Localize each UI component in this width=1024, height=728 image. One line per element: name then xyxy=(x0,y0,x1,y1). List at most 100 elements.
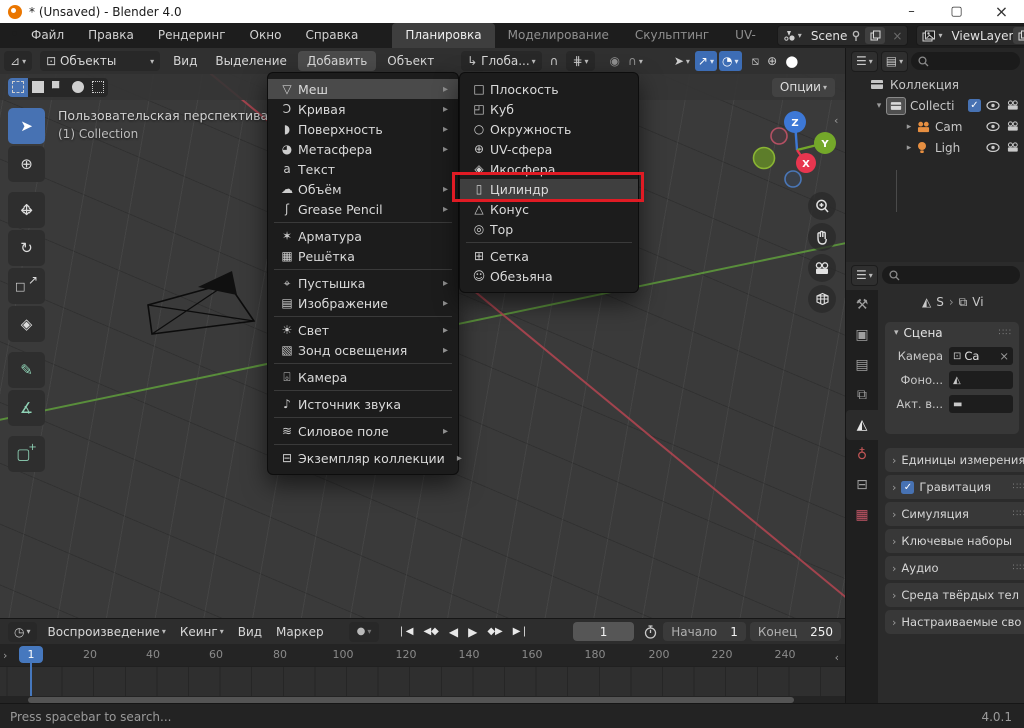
tool-rotate[interactable]: ↻ xyxy=(8,230,45,266)
breadcrumb-viewlayer[interactable]: Vi xyxy=(972,295,983,309)
select-mode-intersect[interactable] xyxy=(88,78,108,97)
active-clip-field[interactable]: ▬ xyxy=(949,395,1013,413)
new-scene-button[interactable] xyxy=(865,27,885,44)
collection-checkbox[interactable]: ✓ xyxy=(968,99,981,112)
menu-render[interactable]: Рендеринг xyxy=(146,23,238,48)
timeline-menu-marker[interactable]: Маркер xyxy=(269,619,331,644)
panel-keying-sets[interactable]: ›Ключевые наборы xyxy=(885,529,1024,553)
snap-toggle[interactable]: ∩ xyxy=(547,51,562,71)
mesh-menu-item-uv-sphere[interactable]: ⊕UV-сфера xyxy=(460,139,638,159)
add-menu-item-curve[interactable]: ƆКривая xyxy=(268,99,458,119)
mesh-menu-item-monkey[interactable]: ☺Обезьяна xyxy=(460,266,638,286)
camera-field[interactable]: ⊡Ca× xyxy=(949,347,1013,365)
selectability-dropdown[interactable]: ➤▾ xyxy=(671,51,693,71)
tab-scene[interactable]: ◭ xyxy=(846,410,878,440)
minimize-button[interactable]: – xyxy=(889,1,934,23)
tool-measure[interactable]: ∡ xyxy=(8,390,45,426)
menu-help[interactable]: Справка xyxy=(293,23,370,48)
orthographic-toggle-button[interactable] xyxy=(808,285,836,313)
tool-transform[interactable]: ◈ xyxy=(8,306,45,342)
gravity-checkbox[interactable]: ✓ xyxy=(901,481,914,494)
sidebar-expand-icon[interactable]: ‹ xyxy=(834,114,838,127)
outliner-row-camera[interactable]: ▸ Cam xyxy=(846,116,1024,137)
mesh-menu-item-grid[interactable]: ⊞Сетка xyxy=(460,246,638,266)
outliner-filter-dropdown[interactable]: ▤▾ xyxy=(881,51,908,72)
breadcrumb-scene[interactable]: S xyxy=(936,295,944,309)
next-keyframe-button[interactable]: ◆▶ xyxy=(483,622,506,642)
background-scene-field[interactable]: ◭ xyxy=(949,371,1013,389)
hide-viewport-icon[interactable] xyxy=(986,143,1000,152)
tab-texture[interactable]: ▦ xyxy=(846,500,878,530)
expand-icon[interactable]: ▸ xyxy=(902,122,916,132)
options-dropdown[interactable]: Опции▾ xyxy=(772,78,835,97)
panel-gravity[interactable]: ›✓Гравитация∷∷ xyxy=(885,475,1024,499)
viewlayer-icon[interactable]: ▾ xyxy=(917,30,947,42)
menu-file[interactable]: Файл xyxy=(19,23,76,48)
add-menu-item-text[interactable]: aТекст xyxy=(268,159,458,179)
panel-units[interactable]: ›Единицы измерения xyxy=(885,448,1024,472)
tab-tool[interactable]: ⚒ xyxy=(846,290,878,320)
camera-view-button[interactable] xyxy=(808,254,836,282)
panel-grip[interactable]: ∷∷ xyxy=(999,328,1012,338)
xray-toggle[interactable]: ⧅ xyxy=(749,51,763,71)
navigation-gizmo[interactable]: Z Y X xyxy=(750,103,845,198)
scene-icon[interactable]: ▾ xyxy=(778,30,807,42)
menu-edit[interactable]: Правка xyxy=(76,23,146,48)
keying-dropdown[interactable]: Кеинг▾ xyxy=(173,619,231,644)
timeline-ruler[interactable]: › 20 40 60 80 100 120 140 160 180 200 22… xyxy=(0,644,845,666)
workspace-tab-uv[interactable]: UV- xyxy=(722,23,769,48)
mode-dropdown[interactable]: ⊡ Объекты▾ xyxy=(40,51,160,71)
properties-editor-type-dropdown[interactable]: ☰▾ xyxy=(851,265,878,286)
menu-select[interactable]: Выделение xyxy=(206,48,295,74)
play-reverse-button[interactable]: ◀ xyxy=(445,622,462,642)
add-menu-item-grease-pencil[interactable]: ʃGrease Pencil xyxy=(268,199,458,219)
panel-simulation[interactable]: ›Симуляция∷∷ xyxy=(885,502,1024,526)
mesh-menu-item-cube[interactable]: ◰Куб xyxy=(460,99,638,119)
add-menu-item-image[interactable]: ▤Изображение xyxy=(268,293,458,313)
pin-icon[interactable] xyxy=(851,30,861,42)
add-menu-item-surface[interactable]: ◗Поверхность xyxy=(268,119,458,139)
mesh-menu-item-cone[interactable]: △Конус xyxy=(460,199,638,219)
menu-window[interactable]: Окно xyxy=(238,23,294,48)
tab-render[interactable]: ▣ xyxy=(846,320,878,350)
jump-to-start-button[interactable]: ❘◀ xyxy=(393,622,417,642)
disable-render-icon[interactable] xyxy=(1006,142,1020,153)
camera-object[interactable] xyxy=(140,269,275,344)
select-mode-subtract[interactable] xyxy=(48,78,68,97)
close-button[interactable]: × xyxy=(979,1,1024,23)
outliner-display-mode-dropdown[interactable]: ☰▾ xyxy=(851,51,878,72)
tool-select-box[interactable]: ➤ xyxy=(8,108,45,144)
proportional-falloff-dropdown[interactable]: ∩▾ xyxy=(625,51,646,71)
disable-render-icon[interactable] xyxy=(1006,121,1020,132)
viewlayer-selector[interactable]: ▾ ViewLayer × xyxy=(916,25,1024,46)
viewlayer-name[interactable]: ViewLayer xyxy=(947,29,1013,43)
mesh-menu-item-circle[interactable]: ○Окружность xyxy=(460,119,638,139)
collapse-icon[interactable]: ▾ xyxy=(872,101,886,111)
panel-custom-properties[interactable]: ›Настраиваемые сво xyxy=(885,610,1024,634)
disable-render-icon[interactable] xyxy=(1006,100,1020,111)
frame-start-field[interactable]: Начало1 xyxy=(663,622,746,641)
orientation-dropdown[interactable]: ↳ Глоба...▾ xyxy=(461,51,541,71)
tool-move[interactable]: ↔↕ xyxy=(8,192,45,228)
tool-scale[interactable]: □↗ xyxy=(8,268,45,304)
add-menu-item-armature[interactable]: ✶Арматура xyxy=(268,226,458,246)
frame-end-field[interactable]: Конец250 xyxy=(750,622,841,641)
add-menu-item-force-field[interactable]: ≋Силовое поле xyxy=(268,421,458,441)
timeline-collapse-icon[interactable]: ‹ xyxy=(835,651,839,664)
add-menu-item-light-probe[interactable]: ▧Зонд освещения xyxy=(268,340,458,360)
new-viewlayer-button[interactable] xyxy=(1013,27,1024,44)
add-menu-item-metaball[interactable]: ◕Метасфера xyxy=(268,139,458,159)
workspace-tab-layout[interactable]: Планировка xyxy=(392,23,494,48)
hide-viewport-icon[interactable] xyxy=(986,122,1000,131)
timeline-editor-type-dropdown[interactable]: ◷▾ xyxy=(8,622,37,642)
play-button[interactable]: ▶ xyxy=(464,622,481,642)
hide-viewport-icon[interactable] xyxy=(986,101,1000,110)
jump-to-end-button[interactable]: ▶❘ xyxy=(509,622,533,642)
menu-add[interactable]: Добавить xyxy=(298,51,376,71)
add-menu-item-empty[interactable]: ⌖Пустышка xyxy=(268,273,458,293)
stopwatch-icon[interactable] xyxy=(644,625,657,639)
tool-annotate[interactable]: ✎ xyxy=(8,352,45,388)
add-menu-item-collection-instance[interactable]: ⊟Экземпляр коллекции xyxy=(268,448,458,468)
mesh-menu-item-plane[interactable]: □Плоскость xyxy=(460,79,638,99)
proportional-edit-toggle[interactable]: ◉ xyxy=(607,51,623,71)
